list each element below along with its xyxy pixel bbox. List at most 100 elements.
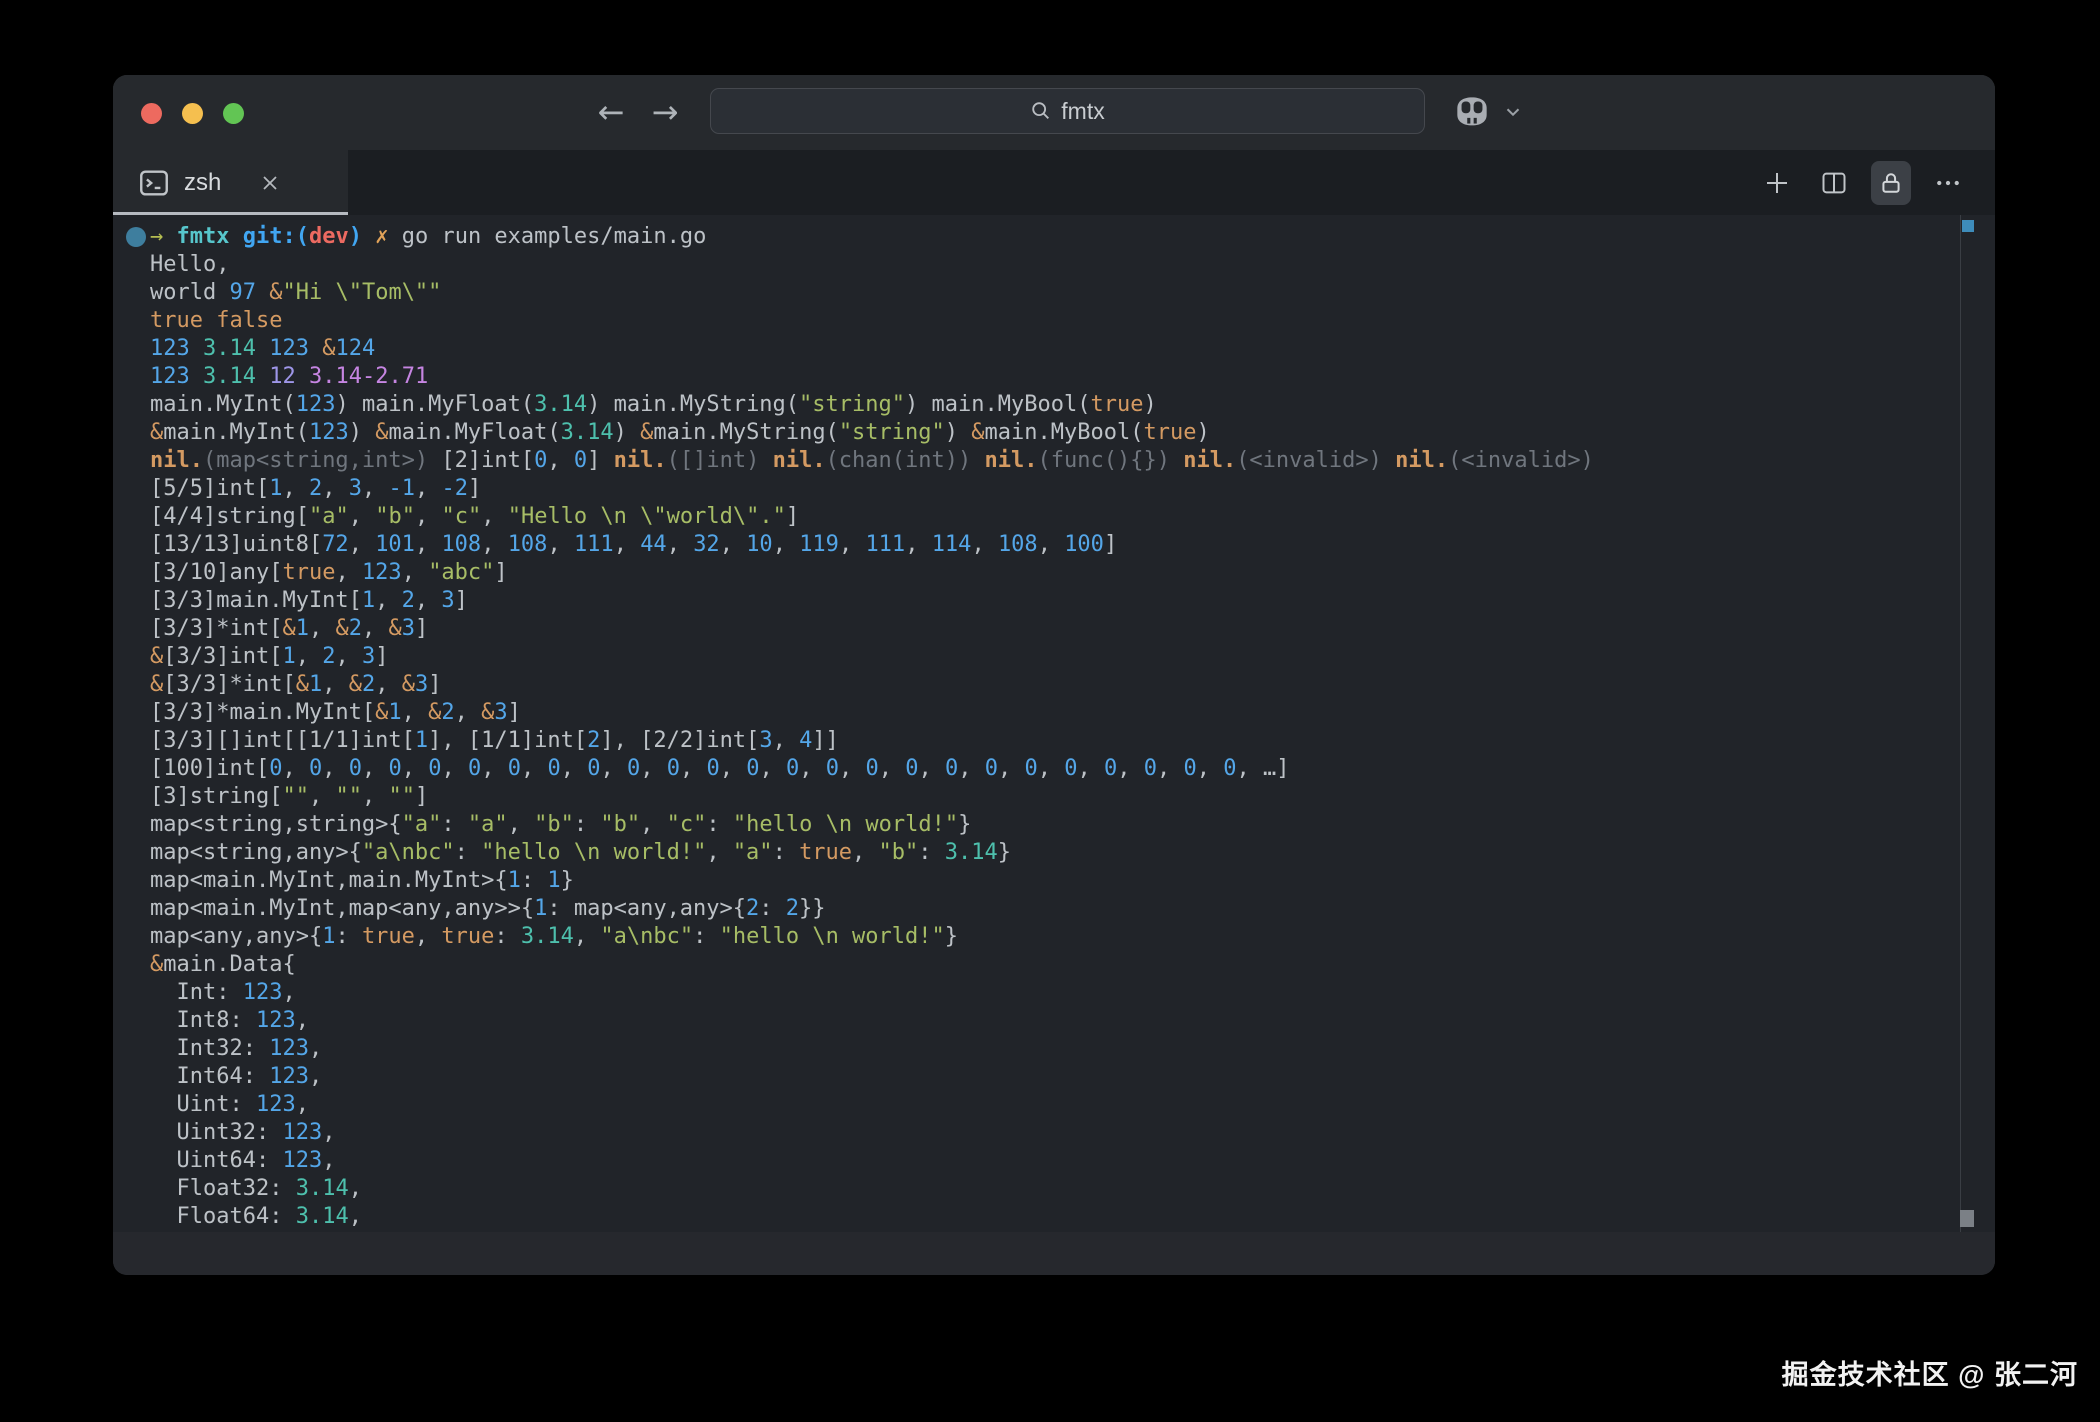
terminal-segment-fg: ,	[362, 616, 389, 641]
scrollbar-thumb[interactable]	[1960, 1210, 1974, 1227]
terminal-line: 123 3.14 123 &124	[150, 335, 1594, 363]
terminal-segment-num: 0	[706, 756, 719, 781]
terminal-segment-fg: ,	[706, 840, 733, 865]
terminal-line: map<string,any>{"a\nbc": "hello \n world…	[150, 839, 1594, 867]
terminal-segment-fg: ,	[1038, 532, 1065, 557]
terminal-segment-fg: ,	[1117, 756, 1144, 781]
terminal-segment-num: 123	[282, 1148, 322, 1173]
terminal-content[interactable]: → fmtx git:(dev) ✗ go run examples/main.…	[113, 215, 1995, 1232]
terminal-segment-fg: Float32:	[150, 1176, 296, 1201]
back-icon[interactable]: ←	[591, 89, 631, 135]
terminal-segment-fg: ,	[839, 532, 866, 557]
terminal-segment-fg: ,	[1038, 756, 1065, 781]
terminal-segment-fg: ,	[375, 588, 402, 613]
close-window-button[interactable]	[141, 103, 162, 124]
terminal-segment-org: &	[150, 420, 163, 445]
terminal-segment-fg: [3/3]int[	[163, 644, 282, 669]
terminal-segment-fg: ,	[720, 532, 747, 557]
terminal-segment-num: 124	[335, 336, 375, 361]
terminal-segment-fg: main.MyFloat(	[388, 420, 560, 445]
terminal-segment-num: 0	[309, 756, 322, 781]
terminal-segment-gitr: dev	[309, 224, 349, 249]
terminal-segment-fg: ]	[415, 616, 428, 641]
window-footer	[113, 1232, 1995, 1275]
terminal-segment-org: true	[799, 840, 852, 865]
more-actions-icon[interactable]	[1928, 161, 1968, 205]
terminal-segment-fg: Float64:	[150, 1204, 296, 1229]
terminal-segment-fg: : map<any,any>{	[547, 896, 746, 921]
terminal-segment-fg: ) main.MyFloat(	[335, 392, 534, 417]
terminal-segment-str: "a"	[309, 504, 349, 529]
split-terminal-button[interactable]	[1814, 161, 1854, 205]
terminal-segment-dim: ([]int)	[667, 448, 760, 473]
tab-zsh[interactable]: zsh	[113, 150, 348, 215]
terminal-line: [4/4]string["a", "b", "c", "Hello \n \"w…	[150, 503, 1594, 531]
terminal-segment-dim: (<invalid>)	[1236, 448, 1382, 473]
terminal-segment-num: 3	[759, 728, 772, 753]
terminal-segment-fg: ,	[759, 756, 786, 781]
terminal-segment-org: &	[322, 336, 335, 361]
terminal-segment-fg: ,	[415, 504, 442, 529]
terminal-segment-fg: ,	[481, 532, 508, 557]
terminal-segment-str: "hello \n world!"	[733, 812, 958, 837]
terminal-segment-fg: ,	[481, 504, 508, 529]
terminal-segment-flt: 3.14	[296, 1204, 349, 1229]
terminal-segment-gitb: )	[349, 224, 376, 249]
terminal-segment-fg: :	[706, 812, 733, 837]
copilot-icon	[1450, 90, 1494, 134]
terminal-segment-fg: ,	[918, 756, 945, 781]
terminal-segment-fg: ,	[282, 476, 309, 501]
terminal-segment-org: &	[282, 616, 295, 641]
terminal-segment-org: &	[269, 280, 282, 305]
terminal-segment-fg: ,	[839, 756, 866, 781]
terminal-segment-fg: ,	[309, 784, 336, 809]
terminal-segment-dim: (chan(int))	[826, 448, 972, 473]
terminal-segment-org: true	[441, 924, 494, 949]
terminal-tab-icon	[137, 166, 171, 200]
terminal-segment-str: "b"	[600, 812, 640, 837]
terminal-segment-fg: ,	[1197, 756, 1224, 781]
minimize-window-button[interactable]	[182, 103, 203, 124]
terminal-segment-fg: ,	[322, 756, 349, 781]
command-decoration-dot[interactable]	[126, 227, 146, 247]
zoom-window-button[interactable]	[223, 103, 244, 124]
terminal-segment-fg: ,	[508, 812, 535, 837]
terminal-segment-num: 123	[282, 1120, 322, 1145]
forward-icon[interactable]: →	[645, 89, 685, 135]
terminal-segment-fg: ]	[415, 784, 428, 809]
copilot-menu[interactable]	[1450, 90, 1524, 134]
terminal-segment-fg: ,	[402, 560, 429, 585]
terminal-line: &[3/3]int[1, 2, 3]	[150, 643, 1594, 671]
terminal-segment-fg: ,	[415, 924, 442, 949]
terminal-line: main.MyInt(123) main.MyFloat(3.14) main.…	[150, 391, 1594, 419]
terminal-segment-fg: ,	[879, 756, 906, 781]
terminal-segment-num: 108	[441, 532, 481, 557]
terminal-segment-org: &	[296, 672, 309, 697]
terminal-segment-num: 1	[388, 700, 401, 725]
terminal-segment-fg: ], [1/1]int[	[428, 728, 587, 753]
tabbar: zsh	[113, 150, 1995, 215]
terminal-line: Int: 123,	[150, 979, 1594, 1007]
terminal-line: [3]string["", "", ""]	[150, 783, 1594, 811]
terminal-segment-org: &	[481, 700, 494, 725]
terminal-segment-fg: [3/3]*int[	[163, 672, 295, 697]
terminal-segment-fg: ,	[852, 840, 879, 865]
terminal-segment-flt: 3.14	[296, 1176, 349, 1201]
terminal-segment-fg: ]	[455, 588, 468, 613]
terminal-segment-fg: :	[494, 924, 521, 949]
tab-close-icon[interactable]	[258, 171, 282, 195]
terminal-segment-num: 3	[349, 476, 362, 501]
terminal-segment-fg: :	[521, 868, 548, 893]
new-terminal-button[interactable]	[1757, 161, 1797, 205]
terminal-segment-dim: (func(){})	[1038, 448, 1170, 473]
lock-button[interactable]	[1871, 161, 1911, 205]
terminal-segment-fg: [3/10]any[	[150, 560, 282, 585]
search-field[interactable]: fmtx	[710, 88, 1425, 134]
terminal-segment-num: 3	[362, 644, 375, 669]
terminal-segment-fg: Uint:	[150, 1092, 256, 1117]
terminal-segment-num: 0	[1223, 756, 1236, 781]
terminal-segment-num: 111	[574, 532, 614, 557]
terminal-segment-fg: ,	[773, 728, 800, 753]
terminal-segment-vio: 12	[269, 364, 296, 389]
scrollbar-command-marker[interactable]	[1962, 220, 1974, 232]
